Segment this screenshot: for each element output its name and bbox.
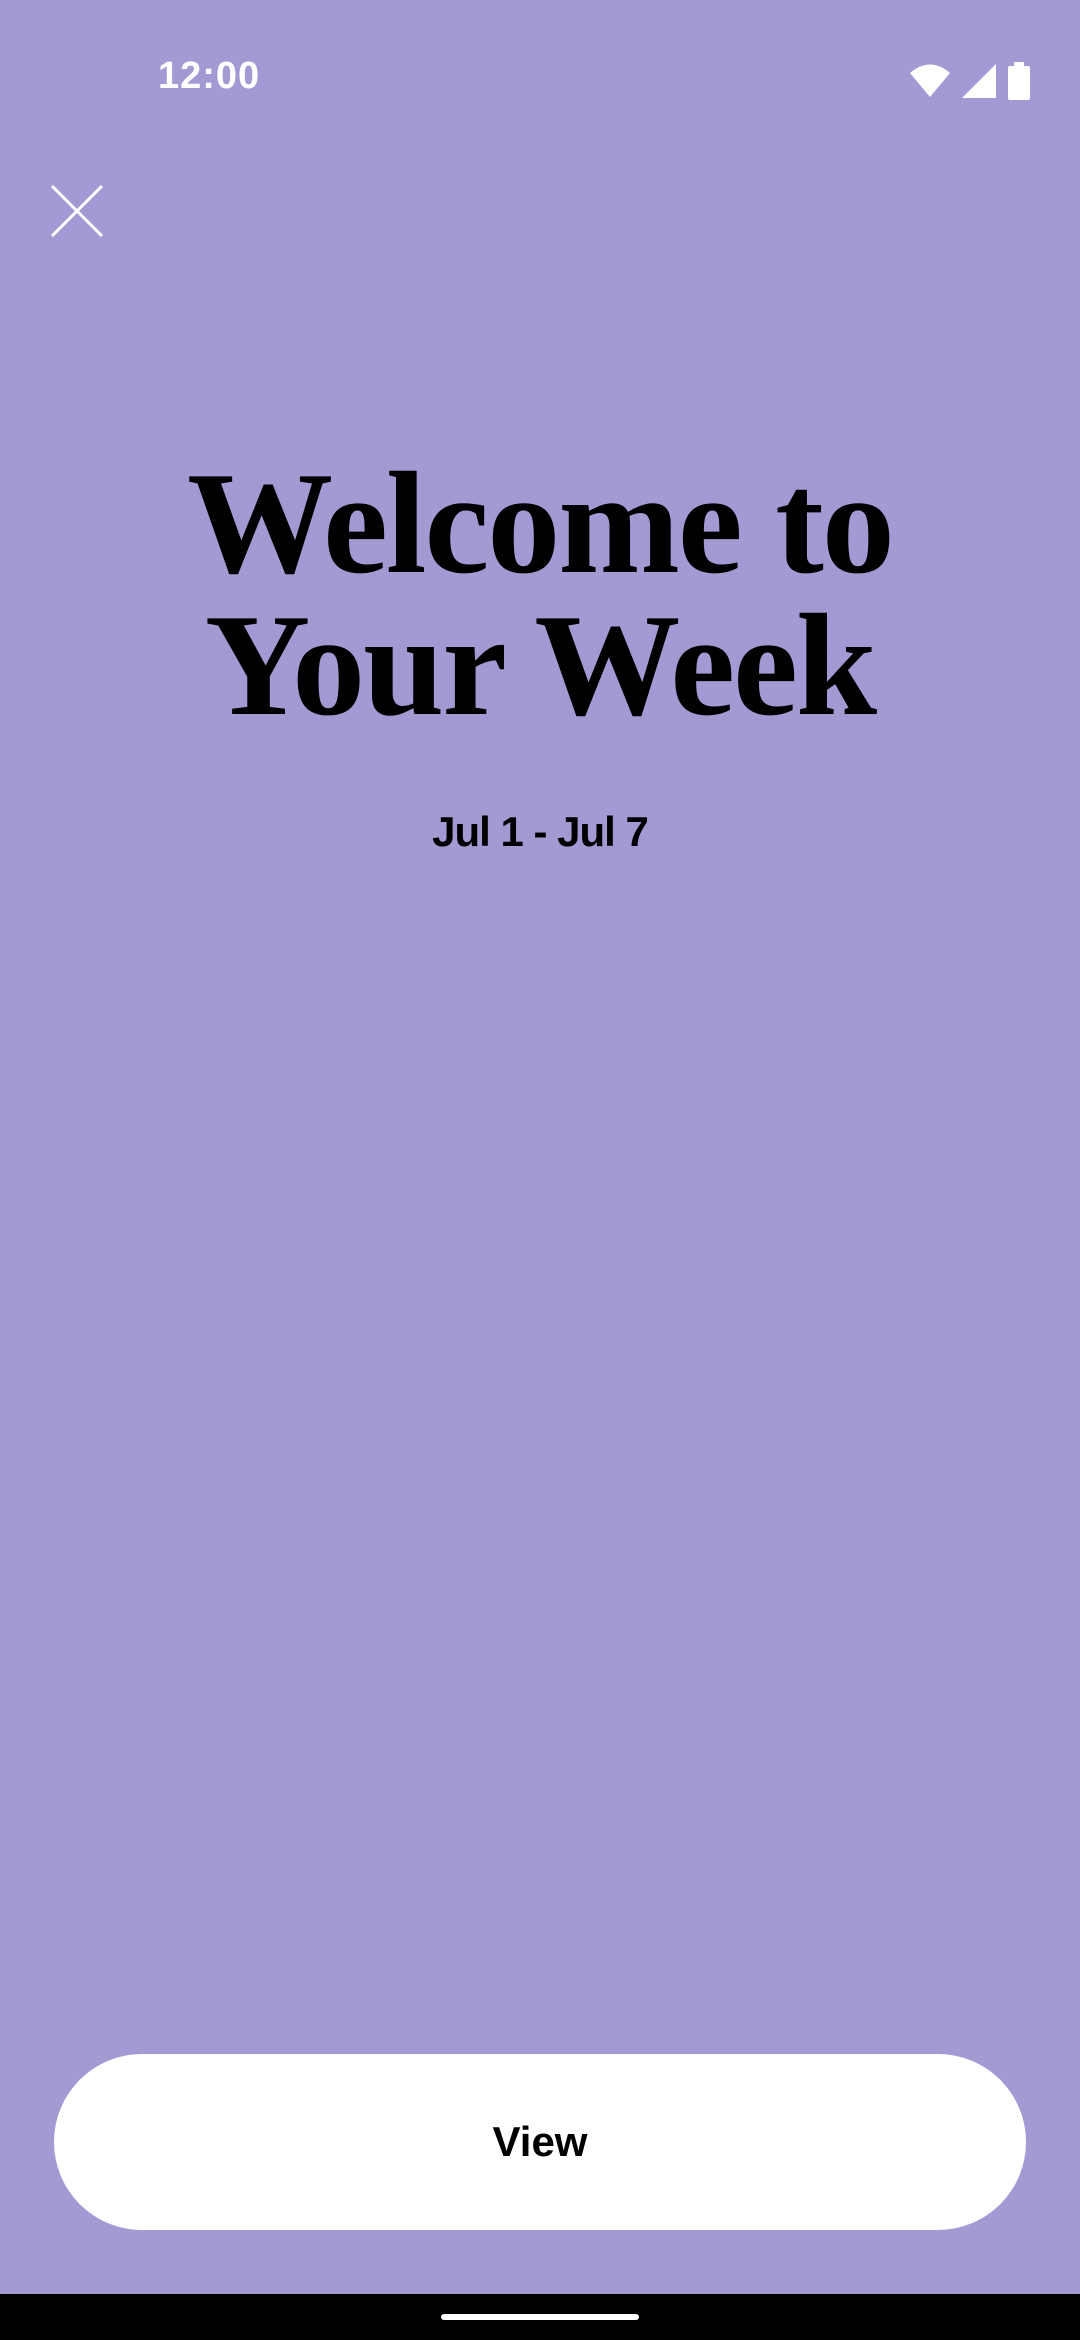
date-range: Jul 1 - Jul 7: [432, 808, 649, 855]
page-title: Welcome to Your Week: [0, 442, 1080, 746]
title-line-2: Your Week: [204, 584, 877, 746]
wifi-icon: [910, 64, 950, 103]
close-icon: [50, 184, 104, 243]
title-line-1: Welcome to: [187, 442, 895, 604]
close-button[interactable]: [44, 180, 110, 246]
status-bar: 12:00: [0, 0, 1080, 160]
home-indicator[interactable]: [441, 2314, 639, 2320]
status-icons: [910, 62, 1030, 105]
battery-icon: [1008, 62, 1030, 105]
navigation-bar: [0, 2294, 1080, 2340]
view-button[interactable]: View: [54, 2054, 1026, 2230]
signal-icon: [962, 64, 996, 103]
status-time: 12:00: [158, 55, 261, 97]
